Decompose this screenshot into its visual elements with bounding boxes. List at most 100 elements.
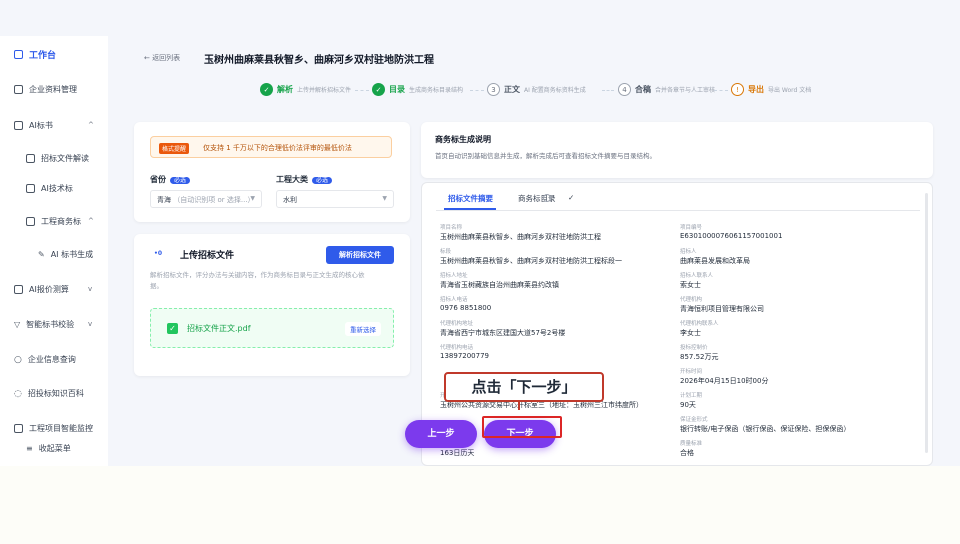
sidebar: 工作台 企业资料管理 AI标书 ^ 招标文件解读 AI技术标 工程商务标 ^ ✎…	[0, 36, 108, 466]
pen-icon: ✎	[38, 250, 45, 259]
back-link[interactable]: ← 返回列表	[144, 53, 180, 63]
background-band	[0, 466, 960, 544]
monitor-icon	[14, 424, 23, 433]
sidebar-item-company-query[interactable]: ○ 企业信息查询	[14, 354, 76, 365]
sidebar-item-knowledge[interactable]: ◌ 招投标知识百科	[14, 388, 84, 399]
step-separator	[602, 90, 614, 91]
page-header: ← 返回列表 玉树州曲麻莱县秋智乡、曲麻河乡双村驻地防洪工程	[130, 44, 940, 74]
check-icon: ✓	[372, 83, 385, 96]
sidebar-item-company-data[interactable]: 企业资料管理	[14, 84, 77, 95]
reselect-button[interactable]: 重新选择	[345, 322, 381, 336]
notice-text: 仅支持 1 千万以下的合理低价法评审的最低价法	[203, 144, 352, 152]
sidebar-item-workbench[interactable]: 工作台	[14, 48, 56, 61]
category-label-text: 工程大类	[276, 175, 308, 184]
field-key: 招标人	[680, 249, 697, 255]
step-separator	[470, 90, 484, 91]
notice-banner: 格式提醒 仅支持 1 千万以下的合理低价法评审的最低价法	[150, 136, 392, 158]
field-value: 857.52万元	[680, 353, 719, 361]
upload-badge: •0	[154, 250, 163, 257]
building-icon	[14, 85, 23, 94]
step-body[interactable]: 3 正文 AI 配置商务标资料生成	[487, 83, 586, 96]
field-item: 代理机构 青海恒利项目管理有限公司	[680, 295, 910, 314]
upload-card: •0 上传招标文件 解析招标文件 解析招标文件，评分办法与关键内容，作为商务标目…	[134, 234, 410, 376]
step-parse[interactable]: ✓ 解析 上传并解析招标文件	[260, 83, 351, 96]
field-key: 项目名称	[440, 225, 463, 231]
scrollbar[interactable]	[925, 193, 928, 453]
tab-tender-summary[interactable]: 招标文件摘要	[448, 193, 493, 204]
field-item: 代理机构地址 青海省西宁市城东区建国大道57号2号楼	[440, 319, 670, 338]
cpu-icon	[26, 184, 35, 193]
category-select[interactable]: 水利 ▼	[276, 190, 394, 208]
field-key: 代理机构电话	[440, 345, 474, 351]
chevron-down-icon: v	[88, 424, 93, 432]
chevron-down-icon: v	[88, 320, 93, 328]
field-item: 标段 玉树州曲麻莱县秋智乡、曲麻河乡双村驻地防洪工程标段一	[440, 247, 670, 266]
filter-icon: ▽	[14, 320, 21, 329]
briefcase-icon	[26, 217, 35, 226]
sidebar-item-tender-interpret[interactable]: 招标文件解读	[26, 153, 89, 164]
sidebar-item-label: 收起菜单	[38, 444, 71, 453]
sidebar-item-ai-tech-bid[interactable]: AI技术标	[26, 183, 73, 194]
step-merge[interactable]: 4 合稿 合并各章节与人工审核	[618, 83, 715, 96]
instruction-callout: 点击「下一步」	[444, 372, 604, 402]
field-value: 2026年04月15日10时00分	[680, 377, 769, 385]
step-indicator: ✓ 解析 上传并解析招标文件 ✓ 目录 生成商务标目录结构 3 正文 AI 配置…	[130, 78, 940, 104]
step-name: 正文	[504, 85, 520, 94]
sidebar-item-bid-check[interactable]: ▽ 智能标书校验	[14, 319, 74, 330]
sidebar-item-ai-bid[interactable]: AI标书	[14, 120, 53, 131]
next-step-button[interactable]: 下一步	[484, 420, 556, 448]
chevron-up-icon: ^	[88, 217, 94, 225]
warning-icon: !	[731, 83, 744, 96]
province-select[interactable]: 青海 （自动识别项 or 选择...） ▼	[150, 190, 262, 208]
calculator-icon	[14, 285, 23, 294]
callout-pointer	[518, 402, 520, 410]
step-separator	[355, 90, 369, 91]
field-item: 项目名称 玉树州曲麻莱县秋智乡、曲麻河乡双村驻地防洪工程	[440, 223, 670, 242]
field-value: 青海省玉树藏族自治州曲麻莱县约改镇	[440, 281, 559, 289]
monitor-icon	[14, 50, 23, 59]
step-desc: 合并各章节与人工审核	[655, 87, 716, 94]
step-desc: 导出 Word 文档	[768, 87, 812, 94]
field-item: 招标人联系人 索女士	[680, 271, 910, 290]
sidebar-item-ai-generate[interactable]: ✎ AI 标书生成	[38, 249, 93, 260]
sidebar-item-label: 招标文件解读	[41, 154, 89, 163]
collapse-menu-button[interactable]: ≡ 收起菜单	[26, 443, 71, 454]
step-number: 3	[487, 83, 500, 96]
sidebar-item-label: 工作台	[29, 51, 57, 61]
sidebar-item-ai-quote[interactable]: AI报价测算	[14, 284, 69, 295]
step-name: 合稿	[635, 85, 651, 94]
province-hint: （自动识别项 or 选择...）	[173, 196, 255, 204]
chevron-up-icon: ^	[88, 121, 94, 129]
notice-tag: 格式提醒	[159, 143, 190, 154]
category-label: 工程大类 必选	[276, 174, 333, 185]
panel-description: 首页自动识别基础信息并生成，解析完成后可查看招标文件摘要与目录结构。	[435, 152, 656, 160]
field-value: 曲麻莱县发展和改革局	[680, 257, 750, 265]
sidebar-item-label: 工程商务标	[41, 217, 81, 226]
chevron-down-icon: v	[88, 285, 93, 293]
category-value: 水利	[283, 196, 297, 204]
field-value: 青海省西宁市城东区建国大道57号2号楼	[440, 329, 566, 337]
upload-title: 上传招标文件	[180, 251, 235, 261]
province-label: 省份 必选	[150, 174, 191, 185]
field-value: 青海恒利项目管理有限公司	[680, 305, 764, 313]
info-card: 商务标生成说明 首页自动识别基础信息并生成，解析完成后可查看招标文件摘要与目录结…	[421, 122, 933, 178]
uploaded-file: ✓ 招标文件正文.pdf 重新选择	[150, 308, 394, 348]
settings-card: 格式提醒 仅支持 1 千万以下的合理低价法评审的最低价法 省份 必选 青海 （自动…	[134, 122, 410, 222]
field-item: 招标人曲麻莱县发展和改革局	[680, 247, 910, 266]
prev-step-button[interactable]: 上一步	[405, 420, 477, 448]
field-value: 索女士	[680, 281, 701, 289]
sidebar-item-commercial-bid[interactable]: 工程商务标	[26, 216, 81, 227]
sidebar-item-label: AI报价测算	[29, 285, 69, 294]
parse-tender-button[interactable]: 解析招标文件	[326, 246, 394, 264]
field-key: 项目编号	[680, 225, 703, 231]
step-name: 导出	[748, 85, 764, 94]
sidebar-item-project-monitor[interactable]: 工程项目智能监控	[14, 423, 93, 434]
checkbox-icon: ✓	[167, 323, 178, 334]
step-desc: 生成商务标目录结构	[409, 87, 464, 94]
field-value: 13897200779	[440, 352, 489, 360]
step-export[interactable]: ! 导出 导出 Word 文档	[731, 83, 811, 96]
chevron-down-icon: ▼	[382, 195, 387, 202]
step-outline[interactable]: ✓ 目录 生成商务标目录结构	[372, 83, 463, 96]
field-item: 质量标准 合格	[680, 439, 910, 458]
step-desc: AI 配置商务标资料生成	[524, 87, 586, 94]
